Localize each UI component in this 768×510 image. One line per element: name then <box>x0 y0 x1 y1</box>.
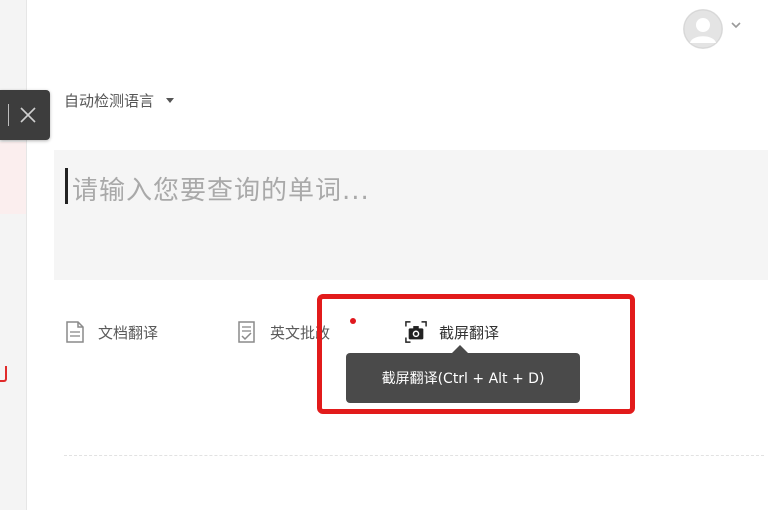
language-selector[interactable]: 自动检测语言 <box>64 88 175 112</box>
text-cursor <box>65 168 68 204</box>
caret-down-icon <box>166 97 175 103</box>
language-selector-label: 自动检测语言 <box>64 91 155 110</box>
sidebar-active-block <box>0 142 26 214</box>
query-input[interactable]: 请输入您要查询的单词... <box>54 150 768 280</box>
query-input-placeholder: 请输入您要查询的单词... <box>72 176 370 206</box>
close-button-separator <box>8 104 9 126</box>
left-sidebar-strip <box>0 0 27 510</box>
user-avatar-icon <box>683 9 723 49</box>
user-avatar[interactable] <box>683 9 723 49</box>
document-icon <box>66 321 84 343</box>
document-translate-label: 文档翻译 <box>98 323 159 342</box>
essay-correction-button[interactable]: 英文批改 <box>236 318 330 346</box>
section-divider <box>64 455 764 456</box>
sidebar-red-mark <box>0 366 7 382</box>
essay-correction-icon <box>238 321 255 343</box>
close-button[interactable] <box>0 90 50 140</box>
close-icon <box>20 107 36 123</box>
highlight-annotation-box <box>317 294 635 414</box>
document-translate-button[interactable]: 文档翻译 <box>64 318 158 346</box>
translate-page: 自动检测语言 请输入您要查询的单词... 文档翻译 英文批改 截屏翻译 截屏翻译… <box>0 0 768 510</box>
chevron-down-icon[interactable] <box>730 20 742 30</box>
